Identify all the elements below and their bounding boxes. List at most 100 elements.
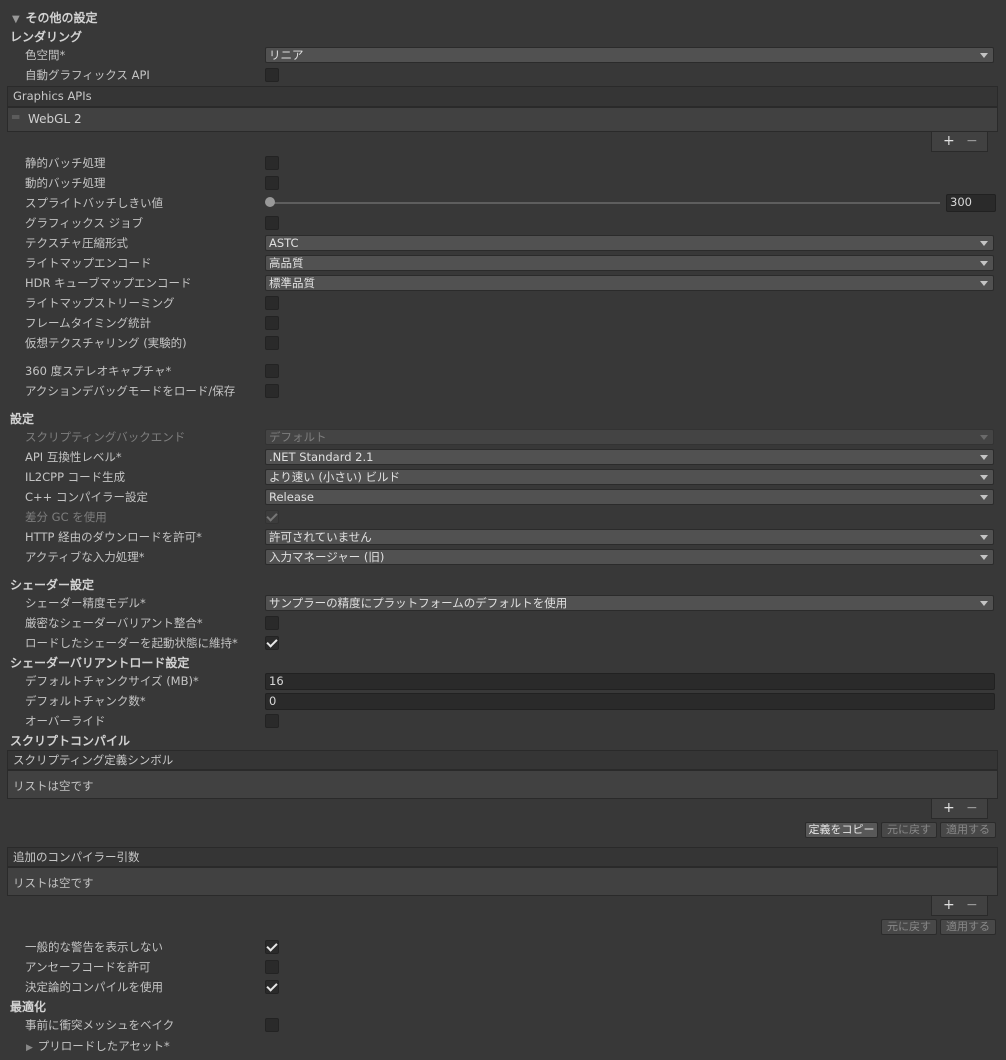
virtual-texturing-checkbox[interactable] [265,336,279,350]
graphics-apis-header: Graphics APIs [7,86,998,107]
chunk-count-field[interactable]: 0 [265,693,995,710]
input-handling-label: アクティブな入力処理* [25,550,145,564]
http-download-label: HTTP 経由のダウンロードを許可* [25,530,202,544]
define-symbols-footer: + − [931,799,988,819]
dynamic-batching-label: 動的バッチ処理 [25,176,106,190]
auto-graphics-api-checkbox[interactable] [265,68,279,82]
unsafe-code-label: アンセーフコードを許可 [25,960,151,974]
scripting-backend-dropdown: デフォルト [265,429,994,445]
shader-precision-label: シェーダー精度モデル* [25,596,146,610]
strict-variant-label: 厳密なシェーダーバリアント整合* [25,616,203,630]
empty-list-text: リストは空です [13,876,94,890]
add-icon[interactable]: + [943,799,955,817]
define-symbols-list: リストは空です [7,770,998,799]
sprite-batch-slider-track[interactable] [270,202,940,204]
lightmap-streaming-label: ライトマップストリーミング [25,296,175,310]
copy-defines-button[interactable]: 定義をコピー [805,822,878,838]
preloaded-assets-foldout[interactable]: ▶ プリロードしたアセット* [26,1038,170,1054]
color-space-dropdown[interactable]: リニア [265,47,994,63]
graphics-apis-list: ═ WebGL 2 [7,107,998,132]
foldout-right-arrow-icon: ▶ [26,1043,33,1053]
sprite-batch-threshold-label: スプライトバッチしきい値 [25,196,163,210]
lightmap-encoding-dropdown[interactable]: 高品質 [265,255,994,271]
deterministic-checkbox[interactable] [265,980,279,994]
deterministic-label: 決定論的コンパイルを使用 [25,980,163,994]
frame-timing-label: フレームタイミング統計 [25,316,152,330]
remove-icon[interactable]: − [966,896,978,914]
stereo-capture-checkbox[interactable] [265,364,279,378]
revert-button[interactable]: 元に戻す [881,822,937,838]
frame-timing-checkbox[interactable] [265,316,279,330]
preloaded-assets-label: プリロードしたアセット* [37,1039,170,1053]
incremental-gc-checkbox [265,510,279,524]
auto-graphics-api-label: 自動グラフィックス API [25,68,150,82]
incremental-gc-label: 差分 GC を使用 [25,510,107,524]
compiler-args-header: 追加のコンパイラー引数 [7,847,998,867]
action-debug-label: アクションデバッグモードをロード/保存 [25,384,236,398]
dynamic-batching-checkbox[interactable] [265,176,279,190]
compiler-args-footer: + − [931,896,988,916]
remove-icon[interactable]: − [966,132,978,150]
graphics-jobs-checkbox[interactable] [265,216,279,230]
color-space-label: 色空間* [25,48,66,62]
api-level-dropdown[interactable]: .NET Standard 2.1 [265,449,994,465]
script-compile-header: スクリプトコンパイル [10,734,131,748]
scripting-backend-label: スクリプティングバックエンド [25,430,186,444]
il2cpp-dropdown[interactable]: より速い (小さい) ビルド [265,469,994,485]
define-symbols-header: スクリプティング定義シンボル [7,750,998,770]
revert-button-2[interactable]: 元に戻す [881,919,937,935]
static-batching-checkbox[interactable] [265,156,279,170]
add-icon[interactable]: + [943,132,955,150]
override-label: オーバーライド [25,714,106,728]
cpp-compiler-dropdown[interactable]: Release [265,489,994,505]
keep-loaded-shaders-label: ロードしたシェーダーを起動状態に維持* [25,636,238,650]
chunk-size-field[interactable]: 16 [265,673,995,690]
shader-precision-dropdown[interactable]: サンプラーの精度にプラットフォームのデフォルトを使用 [265,595,994,611]
bake-collision-label: 事前に衝突メッシュをベイク [25,1018,175,1032]
empty-list-text: リストは空です [13,779,94,793]
stereo-capture-label: 360 度ステレオキャプチャ* [25,364,172,378]
config-header: 設定 [10,412,35,426]
section-title: その他の設定 [25,11,98,25]
foldout-arrow-icon: ▼ [12,14,20,25]
shader-header: シェーダー設定 [10,578,95,592]
input-handling-dropdown[interactable]: 入力マネージャー (旧) [265,549,994,565]
static-batching-label: 静的バッチ処理 [25,156,106,170]
chunk-count-label: デフォルトチャンク数* [25,694,146,708]
il2cpp-label: IL2CPP コード生成 [25,470,126,484]
keep-loaded-shaders-checkbox[interactable] [265,636,279,650]
lightmap-streaming-checkbox[interactable] [265,296,279,310]
rendering-header: レンダリング [10,30,83,44]
unsafe-code-checkbox[interactable] [265,960,279,974]
bake-collision-checkbox[interactable] [265,1018,279,1032]
http-download-dropdown[interactable]: 許可されていません [265,529,994,545]
texture-compression-label: テクスチャ圧縮形式 [25,236,129,250]
virtual-texturing-label: 仮想テクスチャリング (実験的) [25,336,187,350]
strict-variant-checkbox[interactable] [265,616,279,630]
cpp-compiler-label: C++ コンパイラー設定 [25,490,148,504]
optimization-header: 最適化 [10,1000,47,1014]
hdr-cubemap-label: HDR キューブマップエンコード [25,276,192,290]
drag-handle-icon[interactable]: ═ [12,110,19,124]
api-level-label: API 互換性レベル* [25,450,122,464]
hdr-cubemap-dropdown[interactable]: 標準品質 [265,275,994,291]
override-checkbox[interactable] [265,714,279,728]
texture-compression-dropdown[interactable]: ASTC [265,235,994,251]
sprite-batch-slider-thumb[interactable] [265,197,275,207]
variant-load-header: シェーダーバリアントロード設定 [10,656,190,670]
graphics-apis-footer: + − [931,132,988,152]
lightmap-encoding-label: ライトマップエンコード [25,256,152,270]
sprite-batch-threshold-field[interactable]: 300 [946,194,996,212]
graphics-api-item[interactable]: WebGL 2 [28,112,82,126]
chunk-size-label: デフォルトチャンクサイズ (MB)* [25,674,199,688]
suppress-warnings-checkbox[interactable] [265,940,279,954]
section-foldout[interactable]: ▼ その他の設定 [12,9,98,26]
suppress-warnings-label: 一般的な警告を表示しない [25,940,163,954]
remove-icon[interactable]: − [966,799,978,817]
graphics-jobs-label: グラフィックス ジョブ [25,216,144,230]
apply-button[interactable]: 適用する [940,822,996,838]
add-icon[interactable]: + [943,896,955,914]
apply-button-2[interactable]: 適用する [940,919,996,935]
compiler-args-list: リストは空です [7,867,998,896]
action-debug-checkbox[interactable] [265,384,279,398]
